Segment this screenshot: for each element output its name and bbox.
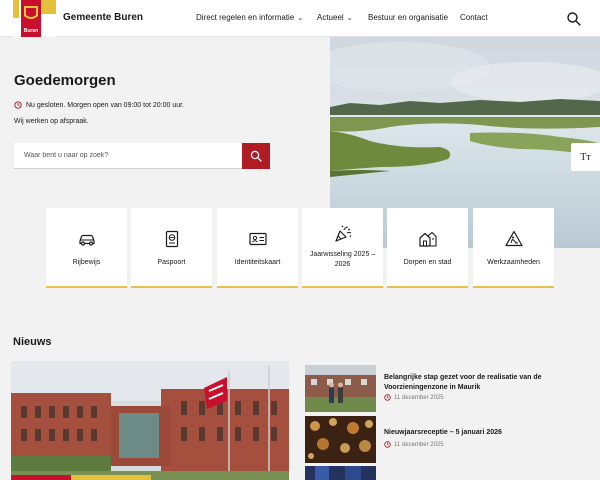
clock-icon: [384, 441, 391, 448]
passport-icon: [165, 230, 178, 248]
news-headline[interactable]: Nieuwjaarsreceptie – 5 januari 2026: [384, 428, 594, 438]
tile-identiteitskaart[interactable]: Identiteitskaart: [217, 208, 298, 288]
municipality-logo[interactable]: Buren: [13, 0, 56, 37]
tile-rijbewijs[interactable]: Rijbewijs: [46, 208, 127, 288]
logo-text: Buren: [24, 28, 38, 34]
id-card-icon: [248, 232, 267, 246]
tile-label: Rijbewijs: [72, 259, 101, 266]
village-icon: [418, 231, 437, 247]
site-brand[interactable]: Gemeente Buren: [63, 12, 143, 23]
tile-label: Paspoort: [157, 259, 186, 266]
tile-dorpen-en-stad[interactable]: Dorpen en stad: [387, 208, 468, 288]
news-item[interactable]: Belangrijke stap gezet voor de realisati…: [305, 365, 600, 412]
tile-werkzaamheden[interactable]: Werkzaamheden: [473, 208, 554, 288]
site-header: Buren Gemeente Buren Direct regelen en i…: [0, 0, 600, 37]
news-thumbnail: [305, 416, 376, 463]
nav-direct-regelen[interactable]: Direct regelen en informatie ⌄: [196, 13, 303, 22]
clock-icon: [14, 101, 22, 109]
appointment-note: Wij werken op afspraak.: [14, 118, 89, 125]
text-size-button[interactable]: Tт: [571, 143, 600, 171]
nav-actueel[interactable]: Actueel ⌄: [317, 13, 353, 22]
tile-label: Identiteitskaart: [234, 259, 281, 266]
news-featured-image[interactable]: [11, 361, 289, 480]
party-popper-icon: [334, 225, 351, 242]
news-heading: Nieuws: [13, 336, 52, 348]
news-date: 11 december 2025: [384, 441, 444, 448]
tile-label: Jaarwisseling 2025 – 2026: [309, 251, 376, 268]
tile-paspoort[interactable]: Paspoort: [131, 208, 212, 288]
tile-label: Dorpen en stad: [403, 259, 452, 266]
car-icon: [78, 234, 95, 246]
search-submit-button[interactable]: [242, 143, 270, 169]
news-headline[interactable]: Belangrijke stap gezet voor de realisati…: [384, 373, 594, 393]
nav-bestuur[interactable]: Bestuur en organisatie: [368, 13, 448, 22]
opening-status-text: Nu gesloten. Morgen open van 09:00 tot 2…: [26, 101, 185, 109]
opening-status: Nu gesloten. Morgen open van 09:00 tot 2…: [14, 101, 184, 109]
news-item[interactable]: [305, 466, 600, 480]
news-date: 11 december 2025: [384, 394, 444, 401]
news-thumbnail: [305, 365, 376, 412]
site-search-input[interactable]: [14, 143, 242, 169]
greeting-heading: Goedemorgen: [14, 72, 116, 89]
nav-contact[interactable]: Contact: [460, 13, 488, 22]
tile-label: Werkzaamheden: [487, 259, 540, 266]
news-thumbnail: [305, 466, 376, 480]
clock-icon: [384, 394, 391, 401]
search-icon: [250, 150, 262, 162]
tile-jaarwisseling[interactable]: Jaarwisseling 2025 – 2026: [302, 208, 383, 288]
chevron-down-icon: ⌄: [346, 15, 353, 22]
news-item[interactable]: Nieuwjaarsreceptie – 5 januari 2026 11 d…: [305, 416, 600, 463]
roadwork-icon: [504, 230, 523, 247]
search-icon[interactable]: [566, 11, 582, 27]
chevron-down-icon: ⌄: [297, 15, 304, 22]
